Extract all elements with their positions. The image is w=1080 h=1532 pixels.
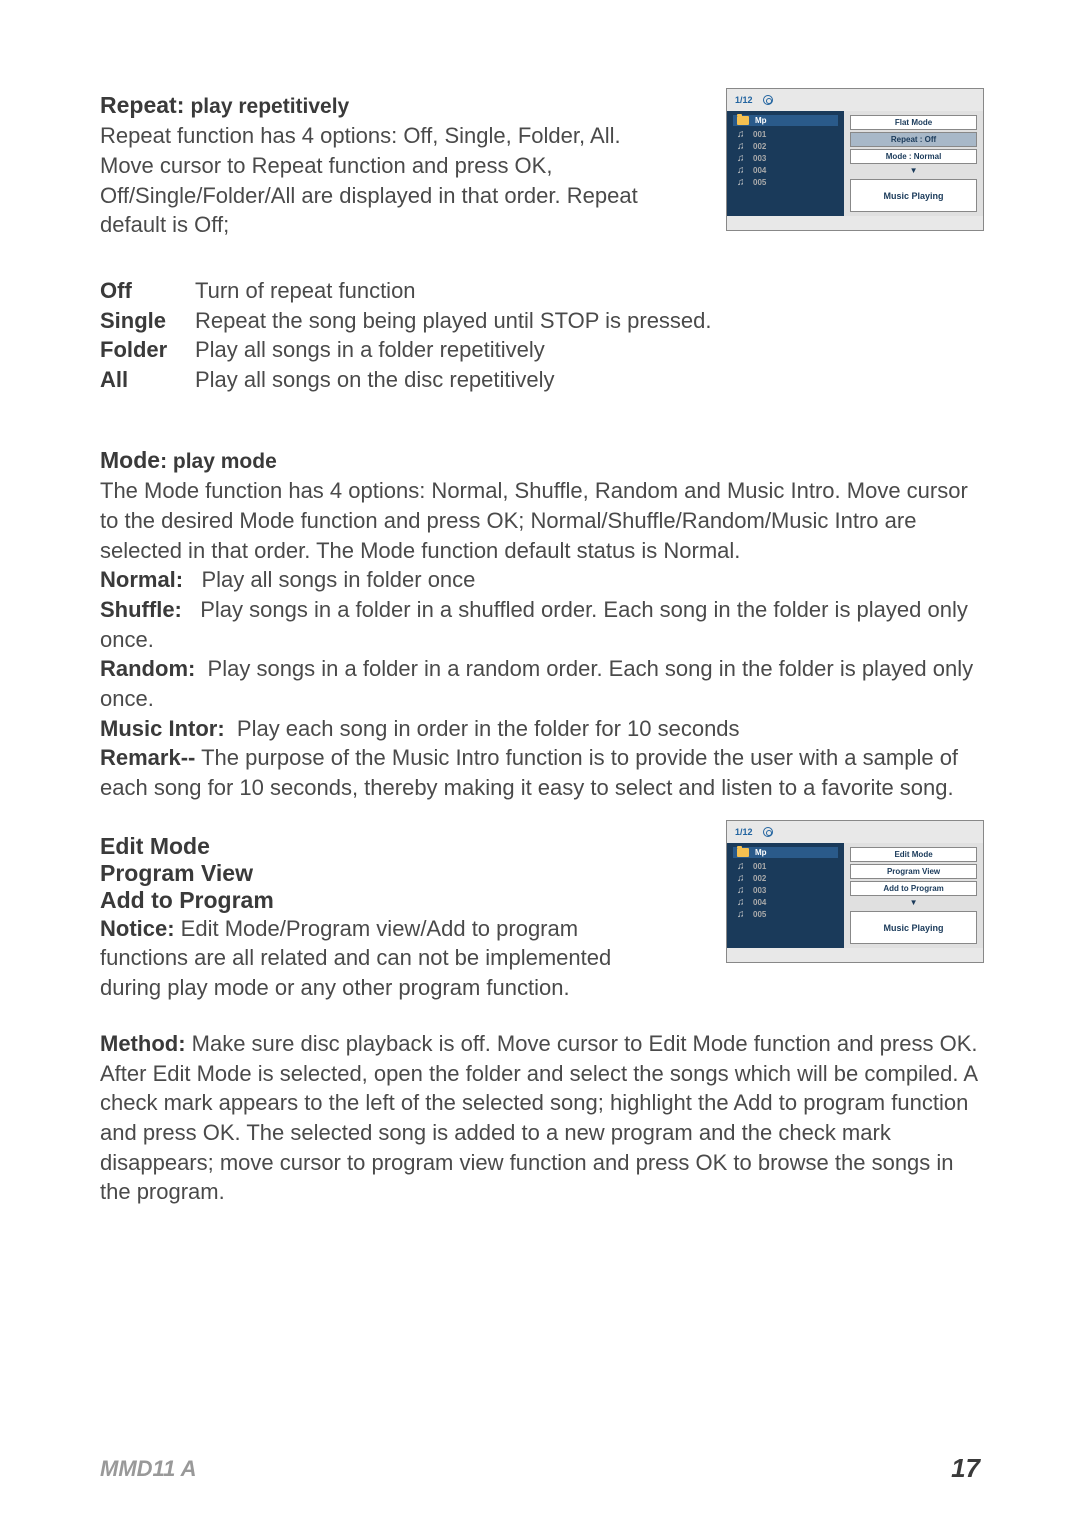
disc-icon [763,827,773,837]
intro-label: Music Intor: [100,716,225,741]
folder-icon [737,116,749,125]
music-note-icon: ♫ [737,897,747,907]
folder-row: Mp [733,847,838,858]
option-desc: Play all songs in a folder repetitively [195,335,545,365]
track-row: ♫002 [733,872,838,884]
option-row: Folder Play all songs in a folder repeti… [100,335,980,365]
normal-desc: Play all songs in folder once [183,567,475,592]
track-row: ♫004 [733,896,838,908]
page-number: 17 [951,1453,980,1484]
track-row: ♫005 [733,908,838,920]
option-label: Off [100,276,195,306]
option-row: All Play all songs on the disc repetitiv… [100,365,980,395]
option-desc: Play all songs on the disc repetitively [195,365,555,395]
intro-desc: Play each song in order in the folder fo… [225,716,740,741]
folder-label: Mp [755,848,767,857]
mode-heading: Mode [100,447,160,473]
track-counter: 1/12 [735,827,753,837]
screenshot-flat-mode: 1/12 Mp ♫001 ♫002 ♫003 ♫004 ♫005 Flat Mo… [726,88,984,231]
folder-icon [737,848,749,857]
track-row: ♫004 [733,164,838,176]
music-note-icon: ♫ [737,861,747,871]
option-row: Off Turn of repeat function [100,276,980,306]
track-row: ♫001 [733,128,838,140]
page-footer: MMD11 A 17 [0,1453,1080,1484]
fig-footer [727,216,983,230]
notice-desc: Edit Mode/Program view/Add to program fu… [100,916,611,1000]
fig-header: 1/12 [727,89,983,111]
repeat-subheading: play repetitively [190,95,349,118]
music-note-icon: ♫ [737,885,747,895]
random-label: Random: [100,656,195,681]
option-row: Single Repeat the song being played unti… [100,306,980,336]
music-note-icon: ♫ [737,129,747,139]
repeat-heading: Repeat: [100,92,184,118]
track-counter: 1/12 [735,95,753,105]
track-row: ♫001 [733,860,838,872]
menu-program-view: Program View [850,864,977,879]
track-list: Mp ♫001 ♫002 ♫003 ♫004 ♫005 [727,843,844,948]
mode-subheading: : play mode [160,450,277,473]
chevron-down-icon: ▼ [850,898,977,907]
option-label: All [100,365,195,395]
option-desc: Repeat the song being played until STOP … [195,306,712,336]
folder-row: Mp [733,115,838,126]
method-desc: Make sure disc playback is off. Move cur… [100,1031,978,1204]
shuffle-label: Shuffle: [100,597,182,622]
option-label: Single [100,306,195,336]
normal-label: Normal: [100,567,183,592]
disc-icon [763,95,773,105]
menu-repeat: Repeat : Off [850,132,977,147]
music-playing-box: Music Playing [850,179,977,212]
music-note-icon: ♫ [737,165,747,175]
option-desc: Turn of repeat function [195,276,416,306]
music-note-icon: ♫ [737,153,747,163]
mode-section: Mode: play mode The Mode function has 4 … [100,445,980,803]
track-list: Mp ♫001 ♫002 ♫003 ♫004 ♫005 [727,111,844,216]
menu-edit-mode: Edit Mode [850,847,977,862]
repeat-body: Repeat function has 4 options: Off, Sing… [100,123,638,237]
mode-body: The Mode function has 4 options: Normal,… [100,478,968,562]
model-number: MMD11 A [100,1456,197,1482]
music-note-icon: ♫ [737,141,747,151]
menu-mode: Mode : Normal [850,149,977,164]
menu-add-to-program: Add to Program [850,881,977,896]
random-desc: Play songs in a folder in a random order… [100,656,979,711]
method-label: Method: [100,1031,186,1056]
screenshot-edit-mode: 1/12 Mp ♫001 ♫002 ♫003 ♫004 ♫005 Edit Mo… [726,820,984,963]
menu-panel: Flat Mode Repeat : Off Mode : Normal ▼ M… [844,111,983,216]
remark-desc: The purpose of the Music Intro function … [100,745,958,800]
folder-label: Mp [755,116,767,125]
chevron-down-icon: ▼ [850,166,977,175]
menu-flat-mode: Flat Mode [850,115,977,130]
music-note-icon: ♫ [737,873,747,883]
notice-label: Notice: [100,916,175,941]
music-playing-box: Music Playing [850,911,977,944]
option-label: Folder [100,335,195,365]
music-note-icon: ♫ [737,909,747,919]
fig-footer [727,948,983,962]
menu-panel: Edit Mode Program View Add to Program ▼ … [844,843,983,948]
track-row: ♫005 [733,176,838,188]
shuffle-desc: Play songs in a folder in a shuffled ord… [100,597,974,652]
fig-header: 1/12 [727,821,983,843]
track-row: ♫003 [733,884,838,896]
track-row: ♫003 [733,152,838,164]
music-note-icon: ♫ [737,177,747,187]
remark-label: Remark-- [100,745,195,770]
track-row: ♫002 [733,140,838,152]
